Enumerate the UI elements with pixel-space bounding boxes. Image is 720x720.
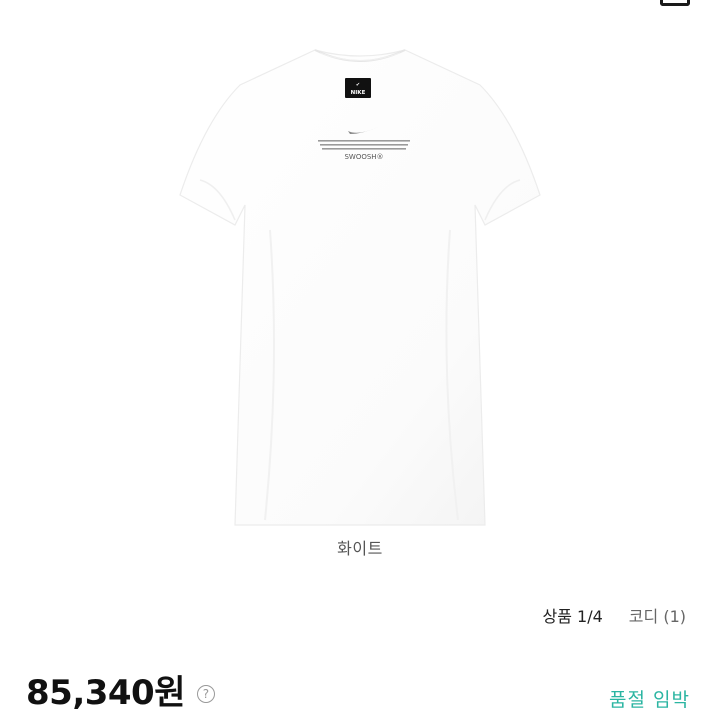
image-tabs: 상품 1/4 코디 (1) [543,603,686,627]
stock-status-badge: 품절 임박 [609,689,690,711]
price-row: 85,340원 ? [26,676,215,710]
svg-text:NIKE: NIKE [351,90,366,96]
top-right-button[interactable] [660,0,690,6]
svg-text:✔: ✔ [356,82,360,88]
price-amount: 85,340원 [26,673,185,713]
print-text: SWOOSH® [344,153,383,161]
question-help-icon[interactable]: ? [196,685,215,703]
color-name-label: 화이트 [337,539,383,558]
product-detail-page: ✔ NIKE SWOOSH® 화이트 상품 1/4 코디 (1) 85,340원… [0,0,720,720]
tab-product[interactable]: 상품 1/4 [543,603,603,627]
product-image[interactable]: ✔ NIKE SWOOSH® [140,30,580,530]
tab-coordi[interactable]: 코디 (1) [629,603,686,627]
